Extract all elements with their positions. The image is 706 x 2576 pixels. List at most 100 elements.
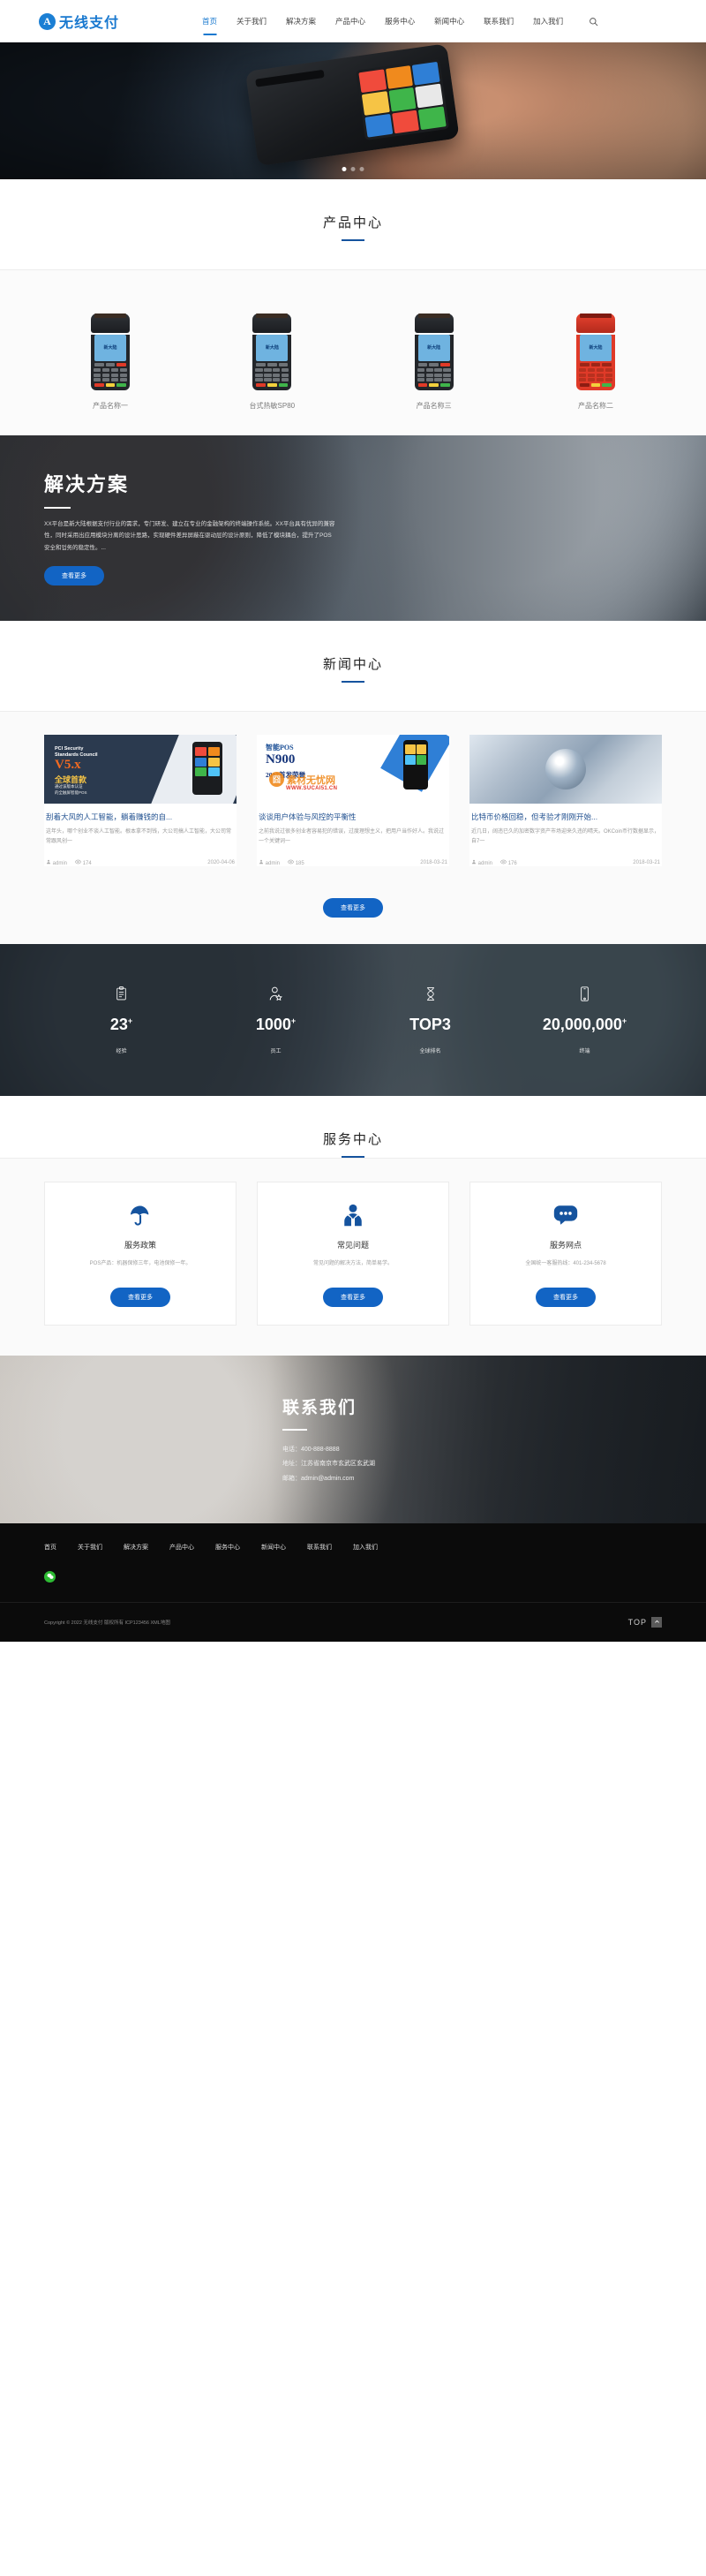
news-meta: admin 174 2020-04-06 — [46, 859, 235, 866]
stat-item: 20,000,000+ 终端 — [507, 985, 662, 1054]
stat-label: 员工 — [270, 1049, 282, 1055]
service-card[interactable]: 常见问题 常见问题的解决方法，简单易学。 查看更多 — [257, 1181, 449, 1326]
user-star-icon — [199, 985, 353, 1002]
news-art-h1: 智能POS — [266, 744, 294, 752]
news-more-button[interactable]: 查看更多 — [323, 897, 383, 918]
eye-icon — [499, 859, 507, 865]
news-card[interactable]: PCI Security Standards Council V5.x 全球首款… — [44, 735, 237, 866]
news-title[interactable]: 刮着大风的人工智能，躺着赚钱的自... — [46, 812, 235, 823]
solution-section: 解决方案 XX平台是新大陆根据支付行业的需求，专门研发、建立在专业的金融架构的终… — [0, 435, 706, 621]
stat-item: 1000+ 员工 — [199, 985, 353, 1054]
wechat-icon[interactable] — [44, 1570, 56, 1583]
watermark-text: 素材无忧网 — [287, 774, 335, 786]
footer-link-solutions[interactable]: 解决方案 — [124, 1543, 169, 1552]
nav-item-news[interactable]: 新闻中心 — [424, 12, 474, 30]
nav-item-products[interactable]: 产品中心 — [326, 12, 375, 30]
service-more-button[interactable]: 查看更多 — [323, 1287, 383, 1307]
nav-item-about[interactable]: 关于我们 — [227, 12, 276, 30]
nav-item-home[interactable]: 首页 — [192, 12, 227, 30]
service-title-text: 服务中心 — [322, 1131, 383, 1147]
news-title[interactable]: 谈谈用户体验与风控的平衡性 — [259, 812, 447, 823]
title-underline — [342, 239, 364, 241]
service-card[interactable]: 服务政策 POS产品：机器保修三年，电池保修一年。 查看更多 — [44, 1181, 237, 1326]
chevron-up-icon — [651, 1616, 662, 1628]
search-icon[interactable] — [587, 15, 599, 27]
contact-address: 地址：江苏省南京市玄武区玄武湖 — [282, 1461, 375, 1468]
stat-label: 经验 — [116, 1049, 127, 1055]
hero-dot-2[interactable] — [350, 167, 356, 171]
news-author: admin — [471, 859, 492, 866]
hero-dot-1[interactable] — [342, 167, 347, 171]
main-nav: 首页 关于我们 解决方案 产品中心 服务中心 新闻中心 联系我们 加入我们 — [192, 12, 599, 30]
stat-label: 全球排名 — [419, 1049, 441, 1055]
watermark-logo: 囧 素材无忧网 — [269, 772, 335, 787]
product-image: 新大陆 — [44, 297, 176, 390]
site-logo[interactable]: A 无线支付 — [26, 11, 159, 32]
stat-value: TOP3 — [409, 1016, 451, 1034]
footer-link-news[interactable]: 新闻中心 — [261, 1543, 307, 1552]
product-name: 产品名称一 — [93, 402, 128, 410]
news-art-sub2: 的全触屏智能POS — [55, 789, 87, 795]
watermark-mark: 囧 — [269, 772, 284, 787]
product-card[interactable]: 新大陆 台式热敏SP80 — [206, 297, 338, 411]
stat-value: 23+ — [109, 1016, 133, 1034]
contact-section: 联系我们 电话：400-888-8888 地址：江苏省南京市玄武区玄武湖 邮箱：… — [0, 1355, 706, 1523]
footer-social — [44, 1570, 662, 1602]
service-section-title: 服务中心 — [0, 1096, 706, 1158]
news-thumbnail: PCI Security Standards Council V5.x 全球首款… — [44, 735, 237, 804]
news-description: 近几日，阔违已久的加密数字资产市场迎来久违的晴天。OKCoin币行数据显示，自7… — [471, 828, 660, 845]
news-date: 2020-04-06 — [207, 859, 235, 865]
nav-item-service[interactable]: 服务中心 — [375, 12, 424, 30]
product-card[interactable]: 新大陆 产品名称二 — [530, 297, 662, 411]
news-thumbnail — [469, 735, 662, 804]
news-title-text: 新闻中心 — [322, 657, 383, 672]
products-title-text: 产品中心 — [322, 215, 383, 230]
news-section-title: 新闻中心 — [0, 621, 706, 683]
news-views: 174 — [74, 859, 92, 866]
service-more-button[interactable]: 查看更多 — [536, 1287, 596, 1307]
hero-dot-3[interactable] — [359, 167, 364, 171]
stat-value: 1000+ — [255, 1016, 297, 1034]
footer-link-about[interactable]: 关于我们 — [78, 1543, 124, 1552]
nav-item-solutions[interactable]: 解决方案 — [276, 12, 326, 30]
news-views: 176 — [499, 859, 517, 866]
nav-item-join[interactable]: 加入我们 — [523, 12, 573, 30]
watermark-url: WWW.SUCAI51.CN — [286, 786, 338, 791]
umbrella-icon — [57, 1202, 223, 1228]
stats-section: 23+ 经验 1000+ 员工 TOP3 全球排名 20,000,000+ 终端 — [0, 943, 706, 1096]
product-card[interactable]: 新大陆 产品名称一 — [44, 297, 176, 411]
service-more-button[interactable]: 查看更多 — [110, 1287, 170, 1307]
solution-paragraph: XX平台是新大陆根据支付行业的需求，专门研发、建立在专业的金融架构的终端操作系统… — [44, 521, 335, 551]
footer-link-products[interactable]: 产品中心 — [169, 1543, 215, 1552]
stat-label: 终端 — [579, 1049, 590, 1055]
news-list: PCI Security Standards Council V5.x 全球首款… — [44, 735, 662, 866]
service-title: 服务政策 — [124, 1240, 156, 1250]
hero-slider-dots[interactable] — [342, 167, 364, 171]
stat-item: TOP3 全球排名 — [353, 985, 507, 1054]
footer-link-home[interactable]: 首页 — [44, 1543, 78, 1552]
news-card[interactable]: 比特币价格回稳，但考验才刚刚开始... 近几日，阔违已久的加密数字资产市场迎来久… — [469, 735, 662, 866]
back-to-top-button[interactable]: TOP — [627, 1616, 662, 1628]
news-section: 新闻中心 PCI Security Standards Council V5.x — [0, 621, 706, 944]
news-views: 185 — [287, 859, 304, 866]
product-image: 新大陆 — [206, 297, 338, 390]
news-art-line1: PCI Security — [55, 746, 84, 752]
solution-title-underline — [44, 507, 71, 509]
news-title[interactable]: 比特币价格回稳，但考验才刚刚开始... — [471, 812, 660, 823]
news-author: admin — [259, 859, 280, 866]
product-card[interactable]: 新大陆 产品名称三 — [368, 297, 500, 411]
service-card[interactable]: 服务网点 全国统一客服热线：401-234-5678 查看更多 — [469, 1181, 662, 1326]
product-name: 产品名称二 — [577, 402, 613, 410]
nav-item-contact[interactable]: 联系我们 — [474, 12, 523, 30]
solution-more-button[interactable]: 查看更多 — [44, 565, 104, 585]
title-underline — [342, 681, 364, 683]
service-section: 服务中心 服务政策 POS产品：机器保修三年，电池保修一年。 查看更多 常见问题… — [0, 1095, 706, 1356]
back-to-top-label: TOP — [627, 1617, 647, 1627]
medal-icon — [353, 985, 507, 1002]
service-title: 常见问题 — [336, 1240, 369, 1250]
stats-list: 23+ 经验 1000+ 员工 TOP3 全球排名 20,000,000+ 终端 — [44, 944, 662, 1096]
news-card[interactable]: 智能POS N900 2017首发荣誉 囧 素材无忧网 WWW.SUCAI51.… — [257, 735, 449, 866]
footer-link-contact[interactable]: 联系我们 — [307, 1543, 353, 1552]
footer-link-join[interactable]: 加入我们 — [353, 1543, 399, 1552]
footer-link-service[interactable]: 服务中心 — [215, 1543, 261, 1552]
